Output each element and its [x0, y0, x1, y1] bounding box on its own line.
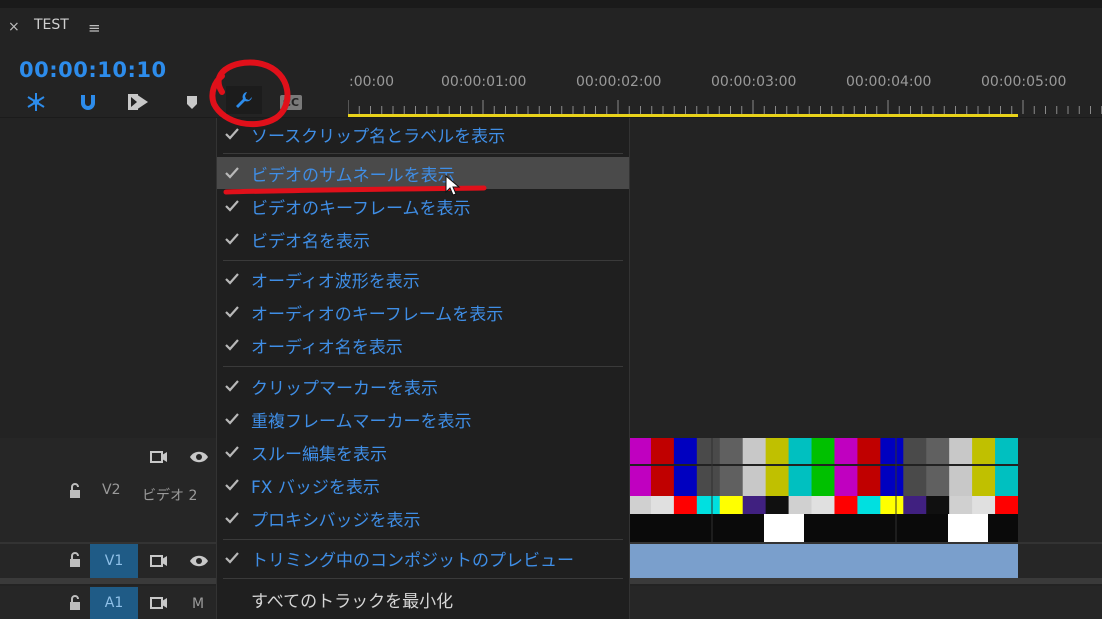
- track-output-icon[interactable]: [148, 594, 170, 612]
- panel-menu-icon[interactable]: ≡: [88, 19, 101, 37]
- menu-item[interactable]: ビデオのキーフレームを表示: [217, 190, 629, 222]
- menu-item-label: スルー編集を表示: [251, 444, 387, 465]
- menu-item[interactable]: クリップマーカーを表示: [217, 370, 629, 402]
- playhead-timecode[interactable]: 00:00:10:10: [19, 58, 167, 82]
- menu-separator: [223, 260, 623, 261]
- lock-icon[interactable]: [66, 482, 84, 500]
- menu-item[interactable]: ソースクリップ名とラベルを表示: [217, 118, 629, 150]
- ruler-label: 00:00:01:00: [441, 74, 527, 90]
- magnet-icon[interactable]: [76, 90, 100, 114]
- timeline-display-settings-menu: ソースクリップ名とラベルを表示 ビデオのサムネールを表示 ビデオのキーフレームを表示…: [216, 118, 630, 619]
- close-panel-icon[interactable]: ×: [8, 19, 20, 35]
- menu-item[interactable]: 重複フレームマーカーを表示: [217, 403, 629, 435]
- snap-icon[interactable]: [24, 90, 48, 114]
- menu-item-label: オーディオ波形を表示: [251, 271, 420, 292]
- cc-icon-label: CC: [279, 94, 303, 110]
- checkmark-icon: [225, 413, 239, 425]
- track-name-v2: ビデオ 2: [142, 488, 198, 504]
- lock-icon[interactable]: [66, 551, 84, 569]
- menu-item[interactable]: オーディオ波形を表示: [217, 263, 629, 295]
- marker-icon[interactable]: [180, 90, 204, 114]
- checkmark-icon: [225, 306, 239, 318]
- menu-item[interactable]: ビデオのサムネールを表示: [217, 157, 629, 189]
- checkmark-icon: [225, 380, 239, 392]
- menu-item-label: プロキシバッジを表示: [251, 510, 421, 531]
- eye-icon[interactable]: [188, 552, 210, 570]
- menu-item[interactable]: オーディオのキーフレームを表示: [217, 296, 629, 328]
- menu-item-label: FX バッジを表示: [251, 477, 380, 498]
- ruler-label: 00:00:04:00: [846, 74, 932, 90]
- menu-item-label: 重複フレームマーカーを表示: [251, 411, 472, 432]
- menu-item[interactable]: スルー編集を表示: [217, 436, 629, 468]
- sequence-tab-title[interactable]: TEST: [34, 17, 69, 33]
- v1-clip[interactable]: [628, 544, 1018, 578]
- menu-separator: [223, 578, 623, 579]
- menu-separator: [223, 366, 623, 367]
- checkmark-icon: [225, 167, 239, 179]
- checkmark-icon: [225, 273, 239, 285]
- menu-item[interactable]: ビデオ名を表示: [217, 223, 629, 255]
- panel-tab-bar: [0, 8, 1102, 48]
- menu-item[interactable]: FX バッジを表示: [217, 469, 629, 501]
- track-id-a1[interactable]: A1: [90, 587, 138, 619]
- menu-item-label: すべてのトラックを最小化: [251, 591, 454, 612]
- menu-item-label: クリップマーカーを表示: [251, 378, 438, 399]
- ruler-label: 00:00:02:00: [576, 74, 662, 90]
- menu-item[interactable]: プロキシバッジを表示: [217, 502, 629, 534]
- add-marker-split-icon[interactable]: [126, 90, 150, 114]
- checkmark-icon: [225, 446, 239, 458]
- menu-item[interactable]: トリミング中のコンポジットのプレビュー: [217, 542, 629, 574]
- menu-item-label: オーディオのキーフレームを表示: [251, 304, 504, 325]
- mute-button[interactable]: M: [192, 596, 204, 612]
- checkmark-icon: [225, 128, 239, 140]
- ruler-label: 00:00:03:00: [711, 74, 797, 90]
- menu-item-label: ソースクリップ名とラベルを表示: [251, 126, 506, 147]
- track-output-icon[interactable]: [148, 448, 170, 466]
- cc-icon[interactable]: CC: [278, 90, 304, 114]
- menu-separator: [223, 539, 623, 540]
- checkmark-icon: [225, 552, 239, 564]
- mouse-cursor-icon: [445, 174, 461, 196]
- menu-separator: [223, 153, 623, 154]
- eye-icon[interactable]: [188, 448, 210, 466]
- menu-item-label: ビデオのキーフレームを表示: [251, 198, 471, 219]
- checkmark-icon: [225, 200, 239, 212]
- color-bars-clip[interactable]: [628, 438, 1018, 542]
- menu-item-label: オーディオ名を表示: [251, 337, 403, 358]
- menu-item-label: ビデオのサムネールを表示: [251, 165, 455, 186]
- ruler-label: 00:00:05:00: [981, 74, 1067, 90]
- track-output-icon[interactable]: [148, 552, 170, 570]
- lock-icon[interactable]: [66, 594, 84, 612]
- time-ruler[interactable]: [348, 100, 1102, 114]
- menu-item[interactable]: オーディオ名を表示: [217, 329, 629, 361]
- wrench-icon[interactable]: [226, 86, 262, 114]
- track-id-v2[interactable]: V2: [102, 482, 120, 498]
- checkmark-icon: [225, 233, 239, 245]
- checkmark-icon: [225, 339, 239, 351]
- menu-item[interactable]: すべてのトラックを最小化: [217, 583, 629, 615]
- track-id-v1[interactable]: V1: [90, 544, 138, 578]
- window-top-strip: [0, 0, 1102, 8]
- ruler-label: :00:00: [349, 74, 395, 90]
- checkmark-icon: [225, 512, 239, 524]
- checkmark-icon: [225, 479, 239, 491]
- menu-item-label: ビデオ名を表示: [251, 231, 370, 252]
- menu-item-label: トリミング中のコンポジットのプレビュー: [251, 550, 574, 571]
